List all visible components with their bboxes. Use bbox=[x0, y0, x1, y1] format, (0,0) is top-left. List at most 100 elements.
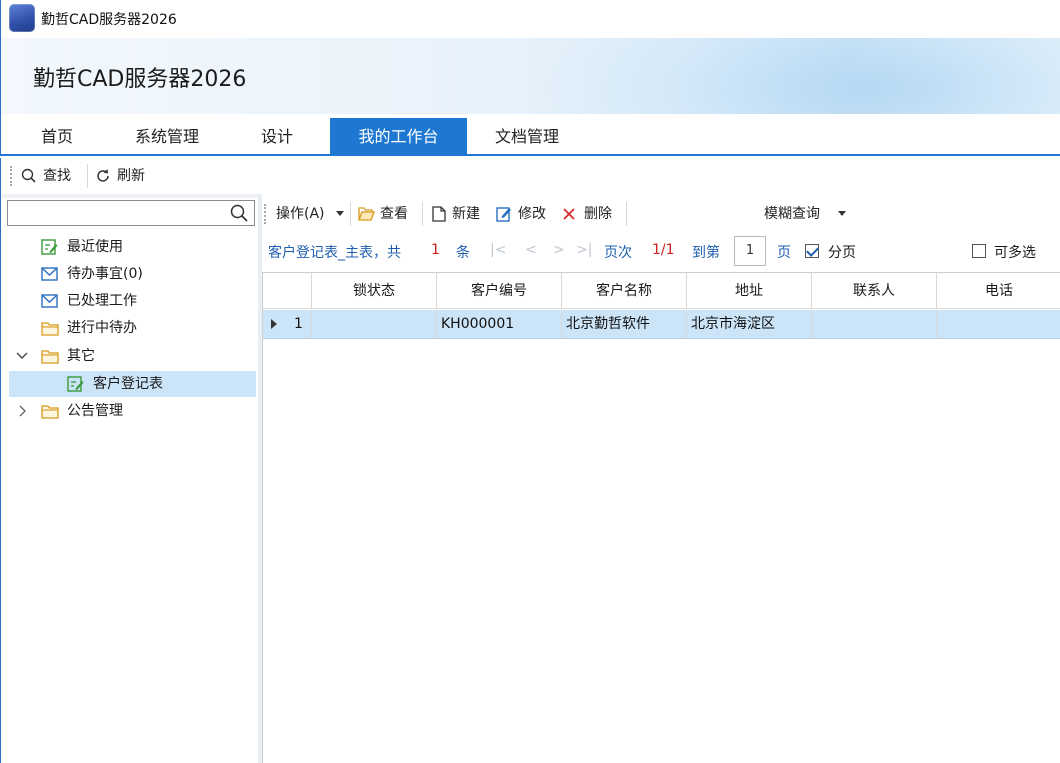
multi-select-label: 可多选 bbox=[994, 245, 1036, 261]
sidebar-item-label: 待办事宜(0) bbox=[67, 266, 143, 282]
column-header[interactable]: 客户名称 bbox=[562, 273, 687, 309]
app-banner: 勤哲CAD服务器2026 bbox=[0, 38, 1060, 114]
refresh-label: 刷新 bbox=[117, 168, 145, 184]
toolbar-separator bbox=[87, 164, 88, 188]
toolbar-grip bbox=[264, 204, 266, 224]
sidebar-item-customer-register[interactable]: 客户登记表 bbox=[9, 371, 256, 397]
sidebar-item-processed[interactable]: 已处理工作 bbox=[9, 288, 256, 314]
row-header-corner bbox=[263, 273, 312, 309]
current-row-arrow-icon bbox=[271, 319, 277, 329]
sidebar-search-input[interactable] bbox=[8, 201, 218, 225]
banner-title: 勤哲CAD服务器2026 bbox=[33, 67, 247, 92]
new-document-icon bbox=[432, 206, 446, 222]
sidebar-item-label: 已处理工作 bbox=[67, 293, 137, 309]
sidebar-item-announcements[interactable]: 公告管理 bbox=[9, 398, 256, 424]
main-toolbar: 查找 刷新 bbox=[0, 158, 1060, 194]
title-bar: 勤哲CAD服务器2026 bbox=[0, 0, 1060, 38]
table-row[interactable]: 1 KH000001 北京勤哲软件 北京市海淀区 bbox=[263, 310, 1060, 339]
table-cell[interactable] bbox=[312, 310, 437, 339]
edit-doc-icon bbox=[67, 376, 84, 392]
page-value: 1/1 bbox=[652, 242, 675, 258]
next-page-button[interactable]: > bbox=[553, 242, 565, 258]
record-unit: 条 bbox=[456, 245, 470, 261]
view-label: 查看 bbox=[380, 206, 408, 222]
sidebar-item-in-progress[interactable]: 进行中待办 bbox=[9, 315, 256, 341]
new-label: 新建 bbox=[452, 206, 480, 222]
folder-icon bbox=[41, 350, 59, 364]
toolbar-separator bbox=[626, 202, 627, 226]
mail-icon bbox=[41, 294, 58, 308]
prev-page-button[interactable]: < bbox=[525, 242, 537, 258]
window-title: 勤哲CAD服务器2026 bbox=[41, 12, 177, 28]
column-header[interactable]: 联系人 bbox=[812, 273, 937, 309]
paging-label: 分页 bbox=[828, 245, 856, 261]
first-page-button[interactable]: |< bbox=[490, 242, 506, 258]
dropdown-arrow-icon bbox=[838, 211, 846, 216]
find-label: 查找 bbox=[43, 168, 71, 184]
fuzzy-search-dropdown[interactable]: 模糊查询 bbox=[764, 204, 846, 224]
operate-label: 操作(A) bbox=[276, 206, 325, 222]
table-cell[interactable]: KH000001 bbox=[437, 310, 562, 339]
tab-document-management[interactable]: 文档管理 bbox=[475, 118, 579, 156]
chevron-right-icon[interactable] bbox=[15, 398, 29, 424]
column-header[interactable]: 电话 bbox=[937, 273, 1060, 309]
tab-design[interactable]: 设计 bbox=[237, 118, 317, 156]
multi-select-checkbox[interactable] bbox=[972, 244, 986, 258]
folder-icon bbox=[41, 322, 59, 336]
app-logo-icon bbox=[9, 4, 35, 32]
column-header[interactable]: 锁状态 bbox=[312, 273, 437, 309]
pager-bar: 客户登记表_主表，共 1 条 |< < > >| 页次 1/1 到第 页 分页 … bbox=[262, 234, 1060, 268]
edit-icon bbox=[496, 207, 511, 222]
sidebar-item-label: 其它 bbox=[67, 348, 95, 364]
sidebar-item-label: 客户登记表 bbox=[93, 376, 163, 392]
refresh-icon bbox=[97, 169, 109, 182]
operate-menu-button[interactable]: 操作(A) bbox=[276, 204, 344, 224]
edit-doc-icon bbox=[41, 239, 58, 255]
delete-label: 删除 bbox=[584, 206, 612, 222]
table-cell[interactable]: 北京市海淀区 bbox=[687, 310, 812, 339]
grid-toolbar: 操作(A) 查看 新建 修改 删除 模糊查询 bbox=[262, 198, 1060, 230]
page-unit: 页 bbox=[777, 245, 791, 261]
table-cell[interactable] bbox=[812, 310, 937, 339]
tab-my-workbench[interactable]: 我的工作台 bbox=[330, 118, 467, 156]
edit-label: 修改 bbox=[518, 206, 546, 222]
sidebar-item-label: 最近使用 bbox=[67, 239, 123, 255]
row-indicator[interactable]: 1 bbox=[263, 310, 312, 339]
folder-icon bbox=[41, 405, 59, 419]
chevron-down-icon[interactable] bbox=[15, 343, 29, 369]
toolbar-separator bbox=[350, 202, 351, 226]
table-title: 客户登记表_主表，共 bbox=[268, 245, 401, 261]
page-label: 页次 bbox=[604, 245, 632, 261]
sidebar-item-todo[interactable]: 待办事宜(0) bbox=[9, 261, 256, 287]
table-cell[interactable]: 北京勤哲软件 bbox=[562, 310, 687, 339]
sidebar-search[interactable] bbox=[7, 200, 255, 226]
tab-home[interactable]: 首页 bbox=[17, 118, 97, 156]
column-header[interactable]: 地址 bbox=[687, 273, 812, 309]
tab-system-management[interactable]: 系统管理 bbox=[115, 118, 219, 156]
column-header[interactable]: 客户编号 bbox=[437, 273, 562, 309]
sidebar-item-label: 公告管理 bbox=[67, 403, 123, 419]
toolbar-separator bbox=[422, 202, 423, 226]
sidebar-item-other[interactable]: 其它 bbox=[9, 343, 256, 369]
open-folder-icon bbox=[358, 207, 375, 221]
search-icon[interactable] bbox=[230, 204, 248, 222]
row-number: 1 bbox=[294, 316, 303, 332]
goto-label: 到第 bbox=[692, 245, 720, 261]
search-icon bbox=[21, 168, 36, 183]
sidebar-item-recent[interactable]: 最近使用 bbox=[9, 234, 256, 260]
data-grid: 锁状态 客户编号 客户名称 地址 联系人 电话 1 KH000001 北京勤哲软… bbox=[262, 272, 1060, 763]
fuzzy-search-label: 模糊查询 bbox=[764, 206, 820, 222]
main-content: 操作(A) 查看 新建 修改 删除 模糊查询 客户登记表_主表，共 1 条 |<… bbox=[262, 194, 1060, 763]
table-cell[interactable] bbox=[937, 310, 1060, 339]
paging-checkbox[interactable] bbox=[805, 244, 819, 258]
mail-icon bbox=[41, 267, 58, 281]
last-page-button[interactable]: >| bbox=[576, 242, 592, 258]
goto-page-input[interactable]: 1 bbox=[734, 236, 766, 266]
delete-icon bbox=[563, 208, 575, 220]
sidebar: 最近使用 待办事宜(0) 已处理工作 进行中待办 其它 客户登记表 公告管理 bbox=[0, 194, 259, 763]
toolbar-grip bbox=[10, 166, 12, 186]
main-tab-bar: 首页 系统管理 设计 我的工作台 文档管理 bbox=[0, 114, 1060, 156]
dropdown-arrow-icon bbox=[336, 211, 344, 216]
record-count: 1 bbox=[431, 242, 440, 258]
sidebar-item-label: 进行中待办 bbox=[67, 320, 137, 336]
